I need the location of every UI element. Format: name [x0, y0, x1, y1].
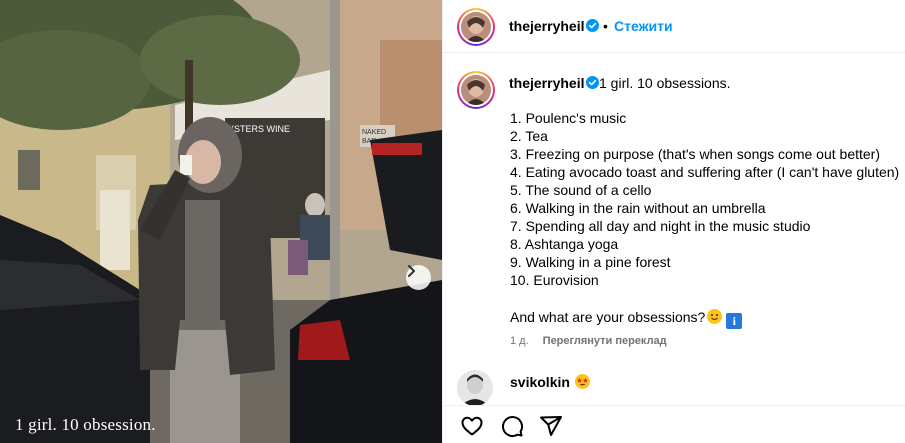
post-header: thejerryheil • Стежити — [443, 0, 905, 53]
image-caption: 1 girl. 10 obsession. — [15, 415, 156, 434]
commenter-username[interactable]: svikolkin — [510, 374, 570, 390]
next-image-button[interactable] — [406, 265, 431, 290]
caption-username[interactable]: thejerryheil — [509, 75, 584, 91]
verified-badge-icon — [586, 19, 599, 32]
comment-icon[interactable] — [500, 414, 524, 438]
list-item: 8. Ashtanga yoga — [510, 236, 619, 252]
post-meta: 1 д. Переглянути переклад — [510, 335, 667, 347]
list-item: 7. Spending all day and night in the mus… — [510, 218, 811, 234]
see-translation-link[interactable]: Переглянути переклад — [543, 335, 667, 347]
post-photo[interactable]: YSTERS WINE NAKED BAR 1 girl. 10 obsessi… — [0, 0, 442, 443]
caption-first-line: 1 girl. 10 obsessions. — [599, 75, 731, 91]
photo-illustration: YSTERS WINE NAKED BAR — [0, 0, 442, 443]
list-item: 6. Walking in the rain without an umbrel… — [510, 200, 766, 216]
chevron-right-icon — [408, 265, 415, 277]
list-item: 2. Tea — [510, 128, 548, 144]
commenter-avatar-photo — [457, 370, 493, 406]
obsessions-list: 1. Poulenc's music 2. Tea 3. Freezing on… — [510, 109, 900, 289]
share-icon[interactable] — [539, 414, 563, 438]
caption-question: And what are your obsessions? i — [510, 309, 743, 329]
list-item: 3. Freezing on purpose (that's when song… — [510, 146, 880, 162]
post-details-panel: thejerryheil • Стежити thejerryheil 1 gi… — [442, 0, 905, 443]
caption-avatar-photo — [461, 75, 491, 105]
follow-button[interactable]: Стежити — [614, 18, 673, 34]
list-item: 5. The sound of a cello — [510, 182, 652, 198]
list-item: 4. Eating avocado toast and suffering af… — [510, 164, 900, 180]
header-separator: • — [603, 18, 608, 34]
svg-text:YSTERS WINE: YSTERS WINE — [228, 124, 290, 134]
smiling-face-emoji-icon — [707, 309, 723, 324]
question-text: And what are your obsessions? — [510, 309, 706, 325]
star-struck-emoji-icon — [574, 374, 590, 389]
comment-entry: svikolkin — [510, 374, 590, 390]
action-bar — [443, 405, 905, 443]
author-avatar[interactable] — [457, 8, 495, 46]
time-ago: 1 д. — [510, 335, 529, 347]
commenter-avatar[interactable] — [457, 370, 493, 406]
author-avatar-photo — [461, 12, 491, 42]
heart-icon[interactable] — [460, 414, 484, 438]
caption-author-avatar[interactable] — [457, 71, 495, 109]
information-emoji-icon: i — [726, 313, 743, 329]
list-item: 10. Eurovision — [510, 272, 599, 288]
svg-text:NAKED: NAKED — [362, 129, 386, 136]
header-username[interactable]: thejerryheil — [509, 18, 584, 34]
list-item: 1. Poulenc's music — [510, 110, 627, 126]
verified-badge-icon — [586, 76, 599, 89]
list-item: 9. Walking in a pine forest — [510, 254, 671, 270]
